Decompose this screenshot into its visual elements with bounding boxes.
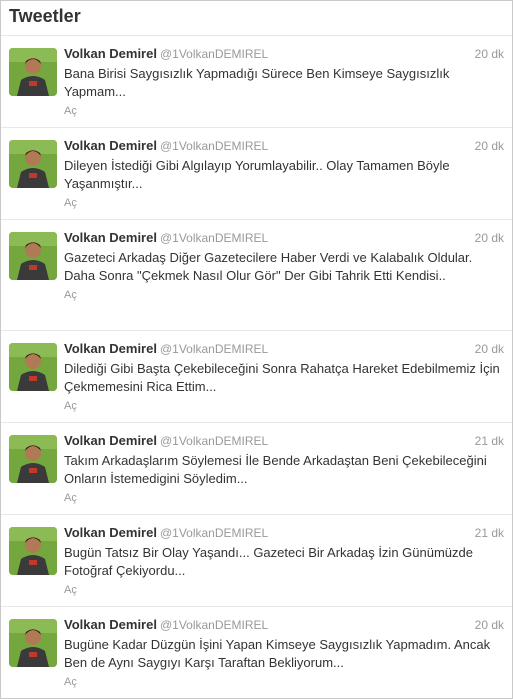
author-name[interactable]: Volkan Demirel: [64, 46, 157, 61]
tweet-timestamp[interactable]: 20 dk: [475, 229, 504, 247]
tweet-text: Bana Birisi Saygısızlık Yapmadığı Sürece…: [64, 66, 450, 99]
avatar[interactable]: [9, 48, 57, 96]
timeline-header: Tweetler: [1, 1, 512, 36]
expand-link[interactable]: Aç: [64, 399, 77, 413]
avatar[interactable]: [9, 527, 57, 575]
page-title: Tweetler: [9, 6, 81, 26]
author-handle[interactable]: @1VolkanDEMIREL: [160, 139, 268, 153]
tweet-item[interactable]: Volkan Demirel @1VolkanDEMIREL 21 dk Takı…: [1, 423, 512, 515]
avatar-photo-icon: [9, 527, 57, 575]
tweet-timestamp[interactable]: 21 dk: [475, 432, 504, 450]
author-handle[interactable]: @1VolkanDEMIREL: [160, 342, 268, 356]
avatar-photo-icon: [9, 48, 57, 96]
tweet-text: Dilediği Gibi Başta Çekebileceğini Sonra…: [64, 361, 500, 394]
author-handle[interactable]: @1VolkanDEMIREL: [160, 47, 268, 61]
tweet-text: Bugün Tatsız Bir Olay Yaşandı... Gazetec…: [64, 545, 473, 578]
tweet-timestamp[interactable]: 20 dk: [475, 45, 504, 63]
expand-link[interactable]: Aç: [64, 104, 77, 118]
tweet-item[interactable]: Volkan Demirel @1VolkanDEMIREL 20 dk Bana…: [1, 36, 512, 128]
tweet-timestamp[interactable]: 20 dk: [475, 137, 504, 155]
avatar-photo-icon: [9, 140, 57, 188]
tweet-item[interactable]: Volkan Demirel @1VolkanDEMIREL 21 dk Bugü…: [1, 515, 512, 607]
expand-link[interactable]: Aç: [64, 491, 77, 505]
tweet-item[interactable]: Volkan Demirel @1VolkanDEMIREL 20 dk Bugü…: [1, 607, 512, 698]
avatar-photo-icon: [9, 343, 57, 391]
author-handle[interactable]: @1VolkanDEMIREL: [160, 618, 268, 632]
avatar[interactable]: [9, 232, 57, 280]
author-handle[interactable]: @1VolkanDEMIREL: [160, 526, 268, 540]
avatar[interactable]: [9, 619, 57, 667]
tweet-item[interactable]: Volkan Demirel @1VolkanDEMIREL 20 dk Dile…: [1, 331, 512, 423]
tweet-text: Dileyen İstediği Gibi Algılayıp Yorumlay…: [64, 158, 450, 191]
author-name[interactable]: Volkan Demirel: [64, 230, 157, 245]
avatar[interactable]: [9, 140, 57, 188]
expand-link[interactable]: Aç: [64, 196, 77, 210]
avatar-photo-icon: [9, 619, 57, 667]
tweet-item[interactable]: Volkan Demirel @1VolkanDEMIREL 20 dk Dile…: [1, 128, 512, 220]
expand-link[interactable]: Aç: [64, 583, 77, 597]
tweet-text: Bugüne Kadar Düzgün İşini Yapan Kimseye …: [64, 637, 491, 670]
avatar-photo-icon: [9, 232, 57, 280]
tweet-text: Takım Arkadaşlarım Söylemesi İle Bende A…: [64, 453, 487, 486]
author-name[interactable]: Volkan Demirel: [64, 617, 157, 632]
expand-link[interactable]: Aç: [64, 675, 77, 689]
expand-link[interactable]: Aç: [64, 288, 77, 302]
author-name[interactable]: Volkan Demirel: [64, 433, 157, 448]
tweet-timeline: Tweetler Volkan Demirel @1VolkanDEMIREL 2…: [0, 0, 513, 699]
avatar[interactable]: [9, 435, 57, 483]
tweet-text: Gazeteci Arkadaş Diğer Gazetecilere Habe…: [64, 250, 473, 283]
author-handle[interactable]: @1VolkanDEMIREL: [160, 434, 268, 448]
tweet-timestamp[interactable]: 21 dk: [475, 524, 504, 542]
tweet-timestamp[interactable]: 20 dk: [475, 340, 504, 358]
avatar[interactable]: [9, 343, 57, 391]
author-name[interactable]: Volkan Demirel: [64, 341, 157, 356]
author-name[interactable]: Volkan Demirel: [64, 138, 157, 153]
author-handle[interactable]: @1VolkanDEMIREL: [160, 231, 268, 245]
author-name[interactable]: Volkan Demirel: [64, 525, 157, 540]
tweet-timestamp[interactable]: 20 dk: [475, 616, 504, 634]
tweet-item[interactable]: Volkan Demirel @1VolkanDEMIREL 20 dk Gaze…: [1, 220, 512, 331]
avatar-photo-icon: [9, 435, 57, 483]
